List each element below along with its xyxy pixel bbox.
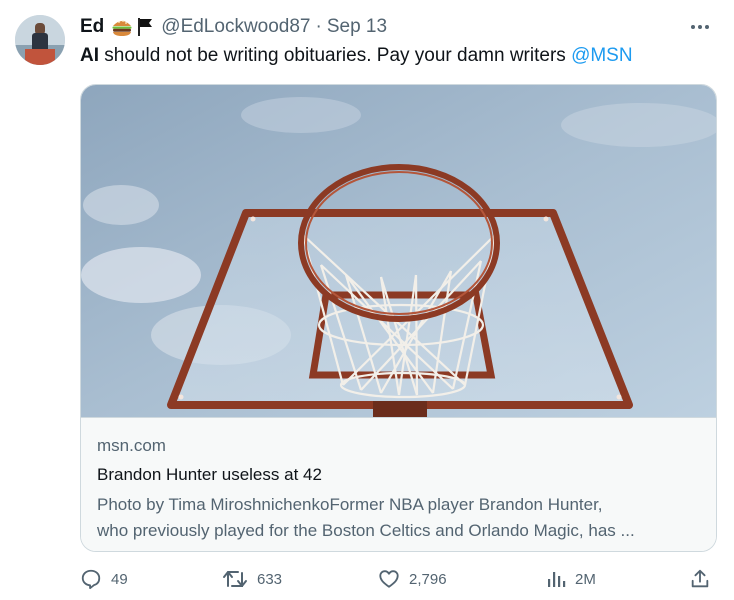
repost-button[interactable]: 633 xyxy=(222,566,282,592)
card-meta[interactable]: msn.com Brandon Hunter useless at 42 Pho… xyxy=(81,417,716,551)
black-flag-icon xyxy=(136,17,154,37)
views-icon xyxy=(546,569,566,589)
repost-count: 633 xyxy=(257,570,283,588)
avatar[interactable] xyxy=(15,15,65,65)
tweet-text: AI should not be writing obituaries. Pay… xyxy=(80,43,714,69)
burger-emoji-icon xyxy=(111,17,133,37)
card-description-line-1: Photo by Tima MiroshnichenkoFormer NBA p… xyxy=(97,495,603,514)
card-description-line-2: who previously played for the Boston Cel… xyxy=(97,521,635,540)
like-count: 2,796 xyxy=(409,570,447,588)
author-handle[interactable]: @EdLockwood87 xyxy=(161,16,310,38)
card-image[interactable] xyxy=(81,85,716,417)
views-count: 2M xyxy=(575,570,596,588)
tweet-text-body: should not be writing obituaries. Pay yo… xyxy=(99,45,572,66)
card-title: Brandon Hunter useless at 42 xyxy=(97,465,322,484)
share-icon xyxy=(689,568,711,590)
reply-icon xyxy=(80,568,102,590)
tweet-header: Ed @EdLockwood87 · Sep 13 xyxy=(80,15,714,39)
link-card[interactable]: msn.com Brandon Hunter useless at 42 Pho… xyxy=(80,84,717,552)
reply-count: 49 xyxy=(111,570,128,588)
views-button[interactable]: 2M xyxy=(546,566,596,592)
tweet: Ed @EdLockwood87 · Sep 13 AI should not … xyxy=(0,0,734,600)
share-button[interactable] xyxy=(689,566,711,592)
tweet-text-lead: AI xyxy=(80,45,99,66)
author-name[interactable]: Ed xyxy=(80,16,104,38)
card-description: Photo by Tima MiroshnichenkoFormer NBA p… xyxy=(97,492,700,544)
heart-icon xyxy=(378,568,400,590)
mention-link[interactable]: @MSN xyxy=(571,45,633,66)
tweet-date[interactable]: Sep 13 xyxy=(327,16,387,38)
repost-icon xyxy=(222,568,248,590)
separator-dot: · xyxy=(315,16,322,37)
card-domain: msn.com xyxy=(97,436,166,455)
more-options-icon[interactable] xyxy=(686,15,714,39)
reply-button[interactable]: 49 xyxy=(80,566,128,592)
like-button[interactable]: 2,796 xyxy=(378,566,447,592)
action-bar: 49 633 2,796 2M xyxy=(80,566,720,592)
